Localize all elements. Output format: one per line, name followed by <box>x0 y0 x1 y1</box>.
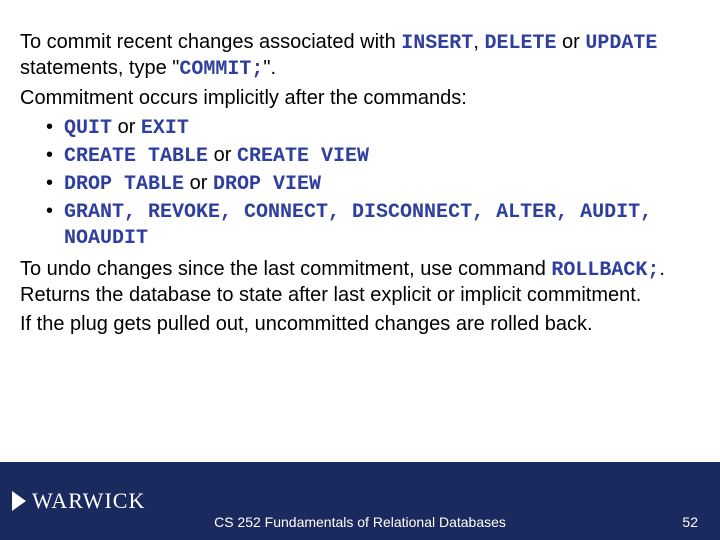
logo: WARWICK <box>12 488 145 514</box>
text: or <box>208 144 237 166</box>
course-title: CS 252 Fundamentals of Relational Databa… <box>214 514 506 530</box>
slide-body: To commit recent changes associated with… <box>0 0 720 337</box>
logo-text: WARWICK <box>32 488 145 514</box>
keyword-update: UPDATE <box>585 32 657 55</box>
keyword-drop-table: DROP TABLE <box>64 173 184 196</box>
keyword-commit: COMMIT; <box>179 58 263 81</box>
keyword-drop-view: DROP VIEW <box>213 173 321 196</box>
list-item: DROP TABLE or DROP VIEW <box>46 171 700 197</box>
text: statements, type " <box>20 57 179 79</box>
keyword-create-table: CREATE TABLE <box>64 145 208 168</box>
keyword-create-view: CREATE VIEW <box>237 145 369 168</box>
page-number: 52 <box>682 514 698 530</box>
bullet-list: QUIT or EXIT CREATE TABLE or CREATE VIEW… <box>20 115 700 251</box>
keyword-grant-etc: GRANT, REVOKE, CONNECT, DISCONNECT, ALTE… <box>64 201 652 250</box>
keyword-quit: QUIT <box>64 117 112 140</box>
text: or <box>112 116 141 138</box>
logo-triangle-icon <box>12 491 26 511</box>
para-3: To undo changes since the last commitmen… <box>20 257 700 308</box>
para-4: If the plug gets pulled out, uncommitted… <box>20 312 700 337</box>
keyword-insert: INSERT <box>401 32 473 55</box>
text: or <box>184 172 213 194</box>
text: To undo changes since the last commitmen… <box>20 258 551 280</box>
text: , <box>473 31 484 53</box>
para-1: To commit recent changes associated with… <box>20 30 700 82</box>
para-2: Commitment occurs implicitly after the c… <box>20 86 700 111</box>
keyword-delete: DELETE <box>484 32 556 55</box>
text: To commit recent changes associated with <box>20 31 401 53</box>
text: ". <box>263 57 276 79</box>
footer-bar: WARWICK CS 252 Fundamentals of Relationa… <box>0 462 720 540</box>
keyword-rollback: ROLLBACK; <box>551 259 659 282</box>
keyword-exit: EXIT <box>141 117 189 140</box>
list-item: GRANT, REVOKE, CONNECT, DISCONNECT, ALTE… <box>46 199 700 251</box>
list-item: QUIT or EXIT <box>46 115 700 141</box>
list-item: CREATE TABLE or CREATE VIEW <box>46 143 700 169</box>
text: or <box>556 31 585 53</box>
